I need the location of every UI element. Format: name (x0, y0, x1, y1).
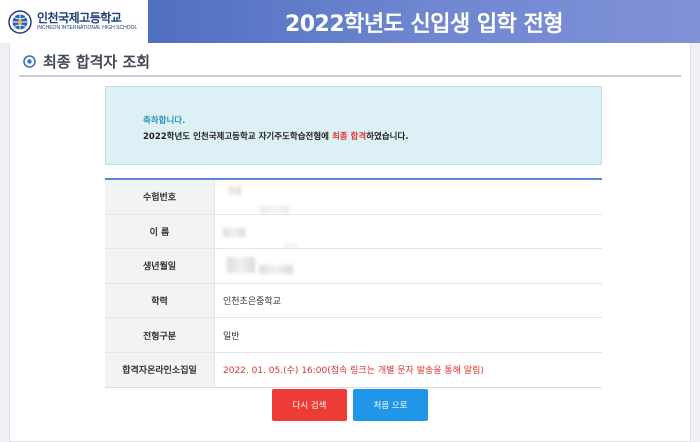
table-row: 학력 인천초은중학교 (105, 283, 602, 319)
notice-message: 2022학년도 인천국제고등학교 자기주도학습전형에 최종 합격하였습니다. (143, 130, 409, 142)
row-label-exam-number: 수험번호 (105, 180, 215, 214)
notice-message-before: 2022학년도 인천국제고등학교 자기주도학습전형에 (143, 132, 332, 142)
row-label-orientation-date: 합격자온라인소집일 (105, 352, 215, 387)
row-label-birthdate: 생년월일 (105, 249, 215, 283)
school-emblem-icon (8, 9, 32, 34)
result-notice-box: 축하합니다. 2022학년도 인천국제고등학교 자기주도학습전형에 최종 합격하… (105, 86, 602, 165)
redacted-blur (223, 227, 245, 237)
page-title-row: 최종 합격자 조회 (23, 51, 150, 72)
title-divider (19, 75, 681, 77)
redacted-blur (285, 242, 297, 249)
table-row: 이 름 (105, 214, 602, 250)
table-row: 생년월일 (105, 249, 602, 284)
action-buttons: 다시 검색 처음 으로 (10, 389, 690, 421)
row-value-birthdate (215, 249, 602, 283)
table-row: 합격자온라인소집일 2022. 01. 05.(수) 16:00(접속 링크는 … (105, 352, 602, 388)
redacted-blur (227, 257, 255, 274)
result-table: 수험번호 이 름 생년월일 학력 인천초은중학교 전형구분 일반 합격자온라인소… (105, 178, 602, 388)
table-row: 수험번호 (105, 180, 602, 215)
redacted-blur (229, 186, 241, 195)
row-value-education: 인천초은중학교 (223, 297, 281, 308)
row-value-admission-type: 일반 (223, 331, 240, 342)
row-label-education: 학력 (105, 283, 215, 318)
notice-message-highlight: 최종 합격 (331, 132, 367, 142)
circle-bullet-icon (23, 55, 36, 68)
header-banner: 2022학년도 신입생 입학 전형 (148, 0, 700, 43)
site-header: 인천국제고등학교 INCHEON INTERNATIONAL HIGH SCHO… (0, 0, 700, 43)
row-value-exam-number (215, 180, 602, 214)
page-title: 최종 합격자 조회 (43, 53, 151, 71)
school-name-en: INCHEON INTERNATIONAL HIGH SCHOOL (37, 25, 138, 31)
header-title: 2022학년도 신입생 입학 전형 (284, 11, 564, 37)
school-name-ko: 인천국제고등학교 (37, 11, 122, 25)
redacted-blur (259, 265, 293, 275)
redacted-blur (260, 206, 290, 213)
home-button[interactable]: 처음 으로 (353, 389, 428, 421)
notice-message-after: 하였습니다. (366, 132, 409, 142)
row-value-orientation-date: 2022. 01. 05.(수) 16:00(접속 링크는 개별 문자 발송을 … (223, 366, 484, 377)
row-label-admission-type: 전형구분 (105, 318, 215, 352)
table-row: 전형구분 일반 (105, 318, 602, 353)
main-panel: 최종 합격자 조회 축하합니다. 2022학년도 인천국제고등학교 자기주도학습… (9, 43, 691, 442)
row-label-name: 이 름 (105, 214, 215, 249)
row-value-name (215, 215, 602, 249)
notice-congrats: 축하합니다. (143, 116, 186, 126)
search-again-button[interactable]: 다시 검색 (272, 389, 347, 421)
school-logo[interactable]: 인천국제고등학교 INCHEON INTERNATIONAL HIGH SCHO… (0, 0, 148, 43)
